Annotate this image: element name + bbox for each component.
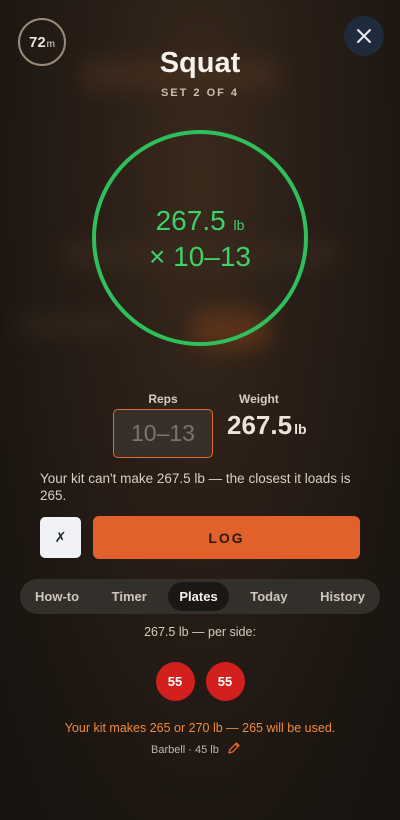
reps-label: Reps <box>148 392 178 406</box>
info-tabs: How-to Timer Plates Today History <box>20 579 380 614</box>
tab-timer[interactable]: Timer <box>101 582 158 611</box>
cancel-button[interactable]: ✗ <box>40 517 81 558</box>
target-weight: 267.5 <box>155 205 226 236</box>
plate-list: 55 55 <box>0 662 400 701</box>
plate: 55 <box>155 662 195 701</box>
weight-unit: lb <box>294 421 307 437</box>
exercise-title: Squat <box>159 47 241 79</box>
target-reps: × 10–13 <box>149 241 251 272</box>
log-button[interactable]: LOG <box>93 516 360 559</box>
target-weight-unit: lb <box>233 217 245 233</box>
close-icon <box>357 29 371 43</box>
set-progress: SET 2 OF 4 <box>160 87 240 99</box>
pencil-icon <box>228 742 240 754</box>
edit-barbell-button[interactable] <box>227 741 241 758</box>
tab-history[interactable]: History <box>309 582 376 611</box>
load-warning: Your kit can't make 267.5 lb — the close… <box>40 471 351 503</box>
barbell-info: Barbell · 45 lb <box>151 741 241 758</box>
per-side-label: 267.5 lb — per side: <box>144 625 256 639</box>
weight-number: 267.5 <box>227 410 293 440</box>
weight-value[interactable]: 267.5 lb <box>227 410 307 441</box>
reps-input[interactable] <box>113 409 213 458</box>
kit-note: Your kit makes 265 or 270 lb — 265 will … <box>64 721 336 735</box>
target-readout: 267.5 lb × 10–13 <box>92 205 308 273</box>
weight-label: Weight <box>239 392 279 406</box>
tab-plates[interactable]: Plates <box>168 582 229 611</box>
tab-today[interactable]: Today <box>239 582 298 611</box>
tab-how-to[interactable]: How-to <box>24 582 90 611</box>
plate: 55 <box>205 662 245 701</box>
barbell-label: Barbell · 45 lb <box>151 743 219 756</box>
